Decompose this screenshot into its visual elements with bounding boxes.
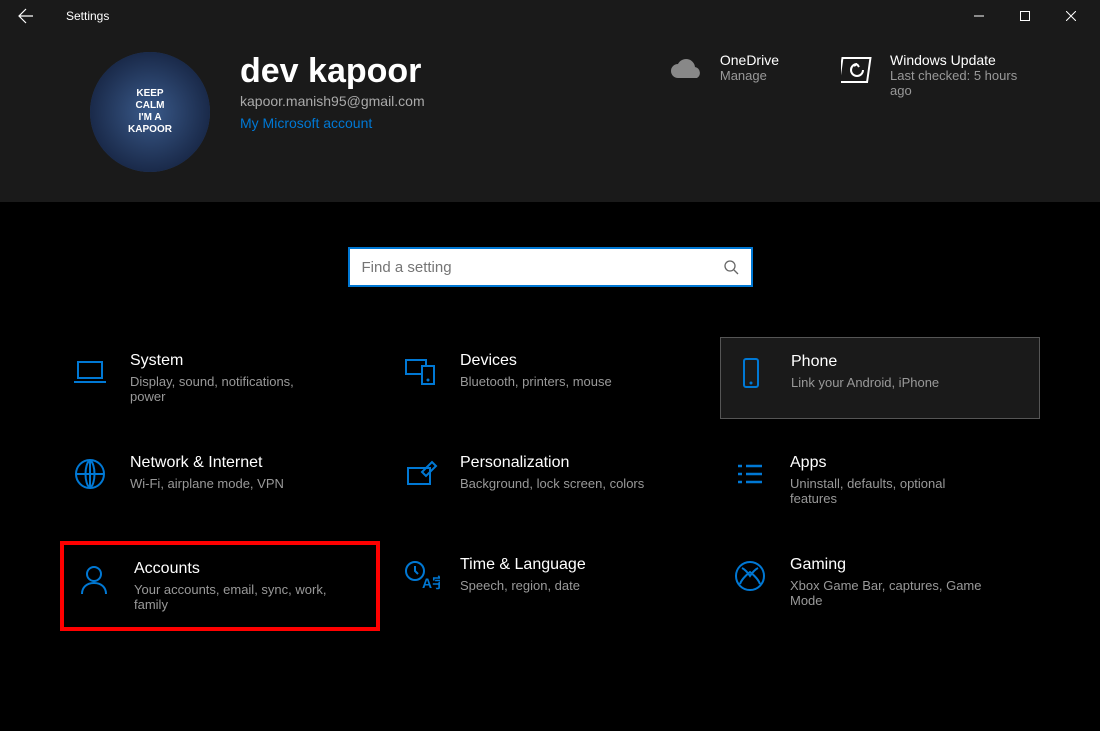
search-icon bbox=[723, 259, 739, 275]
tile-desc: Display, sound, notifications, power bbox=[130, 374, 330, 404]
tile-title: System bbox=[130, 352, 330, 370]
phone-icon bbox=[731, 353, 771, 393]
tile-devices[interactable]: Devices Bluetooth, printers, mouse bbox=[390, 337, 710, 419]
cloud-icon bbox=[669, 52, 705, 88]
minimize-icon bbox=[974, 11, 984, 21]
windows-update-link[interactable]: Windows Update Last checked: 5 hours ago bbox=[839, 52, 1040, 98]
window-controls bbox=[956, 0, 1094, 32]
user-email: kapoor.manish95@gmail.com bbox=[240, 93, 639, 109]
tile-accounts[interactable]: Accounts Your accounts, email, sync, wor… bbox=[60, 541, 380, 631]
tile-network[interactable]: Network & Internet Wi-Fi, airplane mode,… bbox=[60, 439, 380, 521]
tile-title: Phone bbox=[791, 353, 939, 371]
arrow-left-icon bbox=[18, 8, 34, 24]
close-button[interactable] bbox=[1048, 0, 1094, 32]
onedrive-subtitle: Manage bbox=[720, 68, 779, 83]
tile-desc: Your accounts, email, sync, work, family bbox=[134, 582, 334, 612]
tile-desc: Bluetooth, printers, mouse bbox=[460, 374, 612, 389]
header-quick-links: OneDrive Manage Windows Update Last chec… bbox=[669, 52, 1040, 98]
user-header: KEEP CALM I'M A KAPOOR dev kapoor kapoor… bbox=[0, 32, 1100, 202]
update-subtitle: Last checked: 5 hours ago bbox=[890, 68, 1040, 98]
avatar-text: KEEP CALM I'M A KAPOOR bbox=[128, 88, 172, 136]
svg-text:A字: A字 bbox=[422, 575, 440, 591]
user-name: dev kapoor bbox=[240, 52, 639, 91]
tile-title: Accounts bbox=[134, 560, 334, 578]
tile-desc: Link your Android, iPhone bbox=[791, 375, 939, 390]
tile-title: Gaming bbox=[790, 556, 990, 574]
microsoft-account-link[interactable]: My Microsoft account bbox=[240, 115, 639, 131]
onedrive-title: OneDrive bbox=[720, 52, 779, 68]
search-input[interactable] bbox=[362, 259, 723, 276]
close-icon bbox=[1066, 11, 1076, 21]
tile-gaming[interactable]: Gaming Xbox Game Bar, captures, Game Mod… bbox=[720, 541, 1040, 631]
onedrive-link[interactable]: OneDrive Manage bbox=[669, 52, 779, 98]
minimize-button[interactable] bbox=[956, 0, 1002, 32]
user-info: dev kapoor kapoor.manish95@gmail.com My … bbox=[240, 52, 639, 131]
tile-system[interactable]: System Display, sound, notifications, po… bbox=[60, 337, 380, 419]
tile-title: Personalization bbox=[460, 454, 644, 472]
tile-desc: Background, lock screen, colors bbox=[460, 476, 644, 491]
tile-personalization[interactable]: Personalization Background, lock screen,… bbox=[390, 439, 710, 521]
tile-title: Devices bbox=[460, 352, 612, 370]
xbox-icon bbox=[730, 556, 770, 596]
tile-apps[interactable]: Apps Uninstall, defaults, optional featu… bbox=[720, 439, 1040, 521]
laptop-icon bbox=[70, 352, 110, 392]
time-language-icon: A字 bbox=[400, 556, 440, 596]
avatar[interactable]: KEEP CALM I'M A KAPOOR bbox=[90, 52, 210, 172]
maximize-button[interactable] bbox=[1002, 0, 1048, 32]
tile-desc: Speech, region, date bbox=[460, 578, 586, 593]
tile-title: Apps bbox=[790, 454, 990, 472]
devices-icon bbox=[400, 352, 440, 392]
tile-phone[interactable]: Phone Link your Android, iPhone bbox=[720, 337, 1040, 419]
tile-title: Network & Internet bbox=[130, 454, 284, 472]
search-box[interactable] bbox=[348, 247, 753, 287]
paint-icon bbox=[400, 454, 440, 494]
tile-desc: Wi-Fi, airplane mode, VPN bbox=[130, 476, 284, 491]
settings-grid: System Display, sound, notifications, po… bbox=[0, 337, 1100, 631]
tile-time-language[interactable]: A字 Time & Language Speech, region, date bbox=[390, 541, 710, 631]
update-icon bbox=[839, 52, 875, 88]
globe-icon bbox=[70, 454, 110, 494]
titlebar: Settings bbox=[0, 0, 1100, 32]
tile-desc: Xbox Game Bar, captures, Game Mode bbox=[790, 578, 990, 608]
update-title: Windows Update bbox=[890, 52, 1040, 68]
person-icon bbox=[74, 560, 114, 600]
tile-desc: Uninstall, defaults, optional features bbox=[790, 476, 990, 506]
apps-icon bbox=[730, 454, 770, 494]
maximize-icon bbox=[1020, 11, 1030, 21]
tile-title: Time & Language bbox=[460, 556, 586, 574]
window-title: Settings bbox=[66, 9, 109, 23]
back-button[interactable] bbox=[6, 0, 46, 32]
search-row bbox=[0, 202, 1100, 337]
